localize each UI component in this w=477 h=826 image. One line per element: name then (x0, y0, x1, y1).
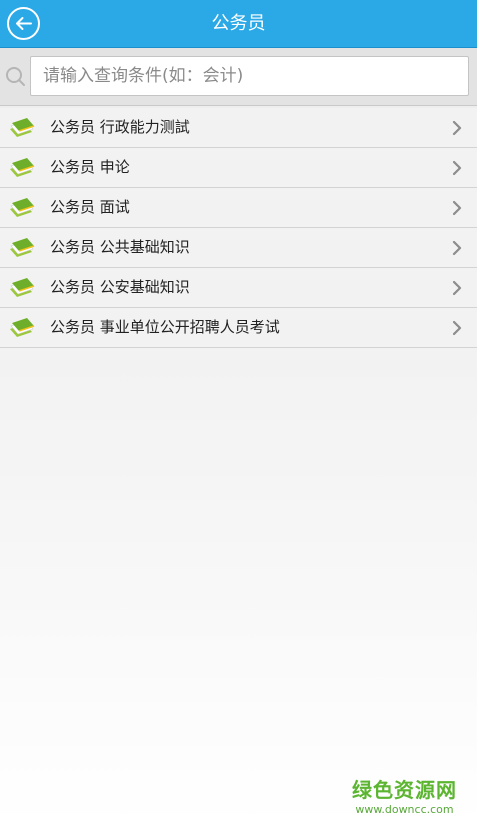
page-title: 公务员 (211, 13, 266, 34)
list-item-label: 公务员 面试 (50, 198, 130, 216)
list-item[interactable]: 公务员 面试 (0, 188, 477, 228)
search-bar (0, 48, 477, 106)
books-icon (10, 198, 35, 217)
list-item[interactable]: 公务员 事业单位公开招聘人员考试 (0, 308, 477, 348)
books-icon (10, 118, 35, 137)
chevron-right-icon (452, 280, 462, 296)
search-input[interactable] (30, 56, 469, 96)
chevron-right-icon (452, 240, 462, 256)
watermark-url: www.downcc.com (355, 803, 454, 816)
list-item[interactable]: 公务员 行政能力测試 (0, 108, 477, 148)
list-item-label: 公务员 事业单位公开招聘人员考试 (50, 318, 280, 336)
chevron-right-icon (452, 200, 462, 216)
list-item[interactable]: 公务员 公安基础知识 (0, 268, 477, 308)
header-bar: 公务员 (0, 0, 477, 48)
list-item-label: 公务员 行政能力测試 (50, 118, 190, 136)
magnifier-icon (6, 67, 25, 86)
list-item-label: 公务员 公安基础知识 (50, 278, 190, 296)
list-item[interactable]: 公务员 申论 (0, 148, 477, 188)
watermark: 绿色资源网 www.downcc.com (352, 774, 457, 816)
chevron-right-icon (452, 320, 462, 336)
chevron-right-icon (452, 160, 462, 176)
list-item-label: 公务员 申论 (50, 158, 130, 176)
watermark-title: 绿色资源网 (352, 778, 457, 802)
list-item-label: 公务员 公共基础知识 (50, 238, 190, 256)
category-list: 公务员 行政能力测試 公务员 申论 公务员 面试 公务员 公共基础知识 公务员 … (0, 108, 477, 348)
books-icon (10, 318, 35, 337)
books-icon (10, 278, 35, 297)
books-icon (10, 158, 35, 177)
books-icon (10, 238, 35, 257)
list-item[interactable]: 公务员 公共基础知识 (0, 228, 477, 268)
chevron-right-icon (452, 120, 462, 136)
